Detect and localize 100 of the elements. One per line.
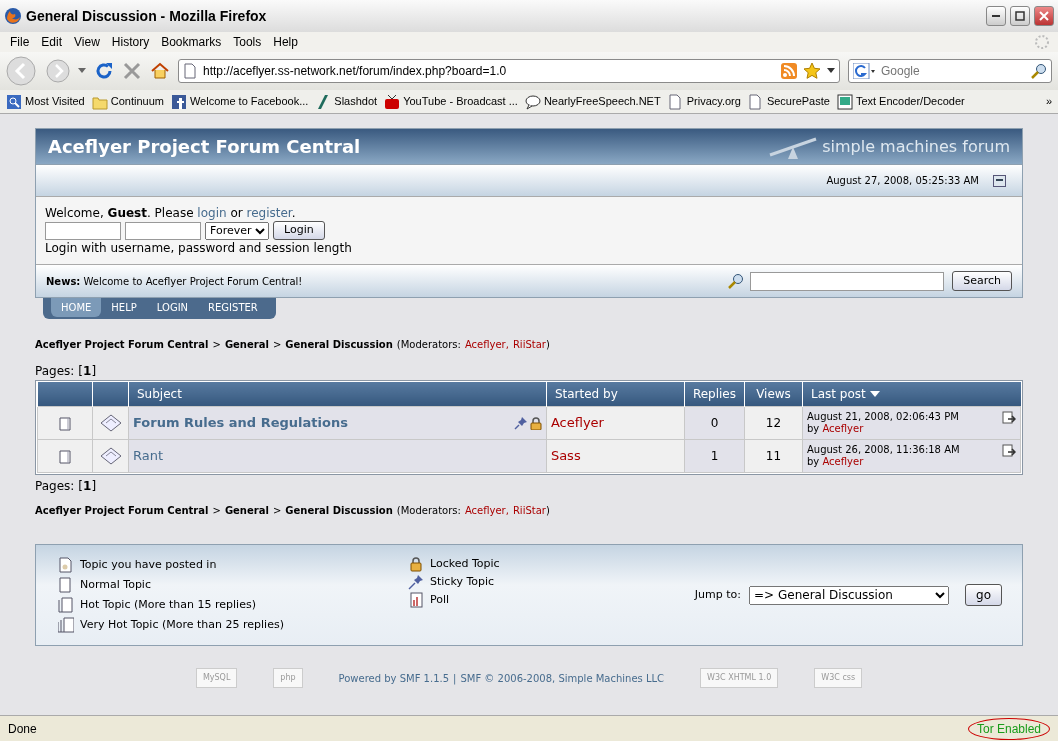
- breadcrumb-separator: >: [272, 338, 282, 353]
- rss-icon: [781, 63, 797, 79]
- moderators-label: (Moderators:: [396, 338, 461, 353]
- views-count: 11: [765, 449, 782, 464]
- menu-item[interactable]: View: [68, 32, 106, 52]
- moderator-link[interactable]: RiiStar: [512, 503, 546, 519]
- last-post-icon[interactable]: [1002, 411, 1016, 426]
- username-field[interactable]: [45, 221, 121, 240]
- breadcrumb-link[interactable]: General: [224, 503, 269, 519]
- breadcrumb-link[interactable]: General Discussion: [285, 337, 393, 353]
- forum-title: Aceflyer Project Forum Central: [48, 135, 361, 158]
- menu-tab[interactable]: REGISTER: [198, 298, 268, 318]
- throbber-icon: [1034, 34, 1050, 50]
- legend-text: Topic you have posted in: [80, 556, 217, 573]
- legend-text: Poll: [430, 591, 450, 608]
- pages-label: Pages:: [35, 363, 75, 381]
- moderator-link[interactable]: Aceflyer,: [464, 503, 509, 519]
- bookmark-item[interactable]: Most Visited: [6, 93, 85, 110]
- bookmark-item[interactable]: Continuum: [91, 93, 164, 110]
- powered-link[interactable]: Powered by SMF 1.1.5: [338, 670, 450, 686]
- status-text: Done: [8, 720, 37, 738]
- jump-select[interactable]: => General Discussion: [749, 585, 950, 605]
- close-icon: [1039, 11, 1049, 21]
- window-title: General Discussion - Mozilla Firefox: [26, 6, 268, 26]
- menu-item[interactable]: Help: [267, 32, 304, 52]
- bookmark-item[interactable]: SecurePaste: [747, 93, 830, 110]
- register-link[interactable]: register: [246, 206, 292, 220]
- menu-item[interactable]: History: [105, 32, 156, 52]
- screen-icon: [836, 93, 853, 110]
- session-select[interactable]: Forever: [205, 221, 269, 240]
- topic-icon: [59, 449, 71, 464]
- bookmark-item[interactable]: Slashdot: [315, 93, 378, 110]
- very-hot-topic-icon: [58, 617, 74, 634]
- bookmark-item[interactable]: NearlyFreeSpeech.NET: [524, 93, 661, 110]
- moderator-link[interactable]: Aceflyer,: [464, 337, 509, 353]
- moderator-link[interactable]: RiiStar: [512, 337, 546, 353]
- login-link[interactable]: login: [197, 206, 227, 220]
- page-number[interactable]: [1]: [78, 362, 97, 381]
- breadcrumb-link[interactable]: Aceflyer Project Forum Central: [35, 337, 209, 353]
- author-link[interactable]: Sass: [550, 448, 581, 464]
- posted-topic-icon: [58, 557, 74, 574]
- logo-text: simple machines forum: [822, 135, 1010, 158]
- overflow-chevron[interactable]: »: [1045, 93, 1052, 110]
- footer-divider: |: [453, 671, 457, 686]
- author-link[interactable]: Aceflyer: [822, 423, 864, 435]
- column-header[interactable]: Last post: [811, 387, 866, 402]
- breadcrumb-link[interactable]: Aceflyer Project Forum Central: [35, 503, 209, 519]
- search-icon: [728, 273, 745, 290]
- legend-text: Locked Topic: [430, 555, 500, 572]
- column-header[interactable]: Subject: [137, 387, 182, 402]
- firefox-icon: [4, 7, 22, 25]
- search-box[interactable]: Google: [848, 59, 1052, 83]
- breadcrumb-link[interactable]: General Discussion: [285, 503, 393, 519]
- reload-icon[interactable]: [94, 61, 114, 81]
- replies-count: 0: [710, 416, 719, 431]
- login-hint: Login with username, password and session length: [45, 240, 353, 257]
- login-button[interactable]: Login: [273, 221, 325, 241]
- menu-item[interactable]: Edit: [35, 32, 69, 52]
- menu-item[interactable]: Bookmarks: [155, 32, 228, 52]
- go-button[interactable]: go: [965, 584, 1002, 607]
- replies-count: 1: [710, 449, 719, 464]
- menu-tab[interactable]: LOGIN: [146, 298, 199, 318]
- dropdown-icon[interactable]: [78, 68, 86, 74]
- author-link[interactable]: Aceflyer: [822, 456, 864, 468]
- breadcrumb-separator: >: [272, 504, 282, 519]
- legend-text: Hot Topic (More than 15 replies): [80, 596, 256, 613]
- stop-icon[interactable]: [122, 61, 142, 81]
- star-icon: [803, 62, 821, 80]
- breadcrumb-link[interactable]: General: [224, 337, 269, 353]
- square-icon: [170, 93, 187, 110]
- page-number[interactable]: [1]: [78, 477, 97, 496]
- page-icon: [183, 63, 197, 79]
- padlock-icon: [408, 556, 424, 573]
- sort-arrow-icon: [869, 391, 880, 399]
- search-field[interactable]: [750, 271, 945, 291]
- bookmark-item[interactable]: YouTube - Broadcast ...: [384, 93, 518, 110]
- menu-item[interactable]: Tools: [227, 32, 268, 52]
- last-post-date: August 26, 2008, 11:36:18 AM: [807, 444, 960, 457]
- maximize-icon: [1015, 11, 1025, 21]
- maximize-button[interactable]: [1010, 6, 1030, 26]
- address-bar[interactable]: http://aceflyer.ss-network.net/forum/index.php?board=1.0: [178, 59, 840, 83]
- bookmark-item[interactable]: Text Encoder/Decoder: [836, 93, 965, 110]
- minimize-button[interactable]: [986, 6, 1006, 26]
- password-field[interactable]: [125, 221, 201, 240]
- bookmark-item[interactable]: Privacy.org: [667, 93, 741, 110]
- search-button[interactable]: Search: [952, 270, 1012, 292]
- minimize-icon: [992, 15, 1000, 17]
- menu-item[interactable]: File: [4, 32, 36, 52]
- last-post-icon[interactable]: [1002, 444, 1016, 459]
- author-link[interactable]: Aceflyer: [550, 415, 604, 431]
- collapse-icon[interactable]: [993, 174, 1006, 187]
- copyright-link[interactable]: SMF © 2006-2008, Simple Machines LLC: [460, 670, 665, 686]
- pages-label: Pages:: [35, 478, 75, 496]
- google-icon: [853, 63, 875, 79]
- menu-tab[interactable]: HELP: [101, 298, 147, 318]
- message-icon: [99, 414, 122, 433]
- dropdown-icon: [827, 68, 835, 74]
- bookmark-item[interactable]: Welcome to Facebook...: [170, 93, 309, 110]
- close-button[interactable]: [1034, 6, 1054, 26]
- home-icon[interactable]: [150, 61, 170, 81]
